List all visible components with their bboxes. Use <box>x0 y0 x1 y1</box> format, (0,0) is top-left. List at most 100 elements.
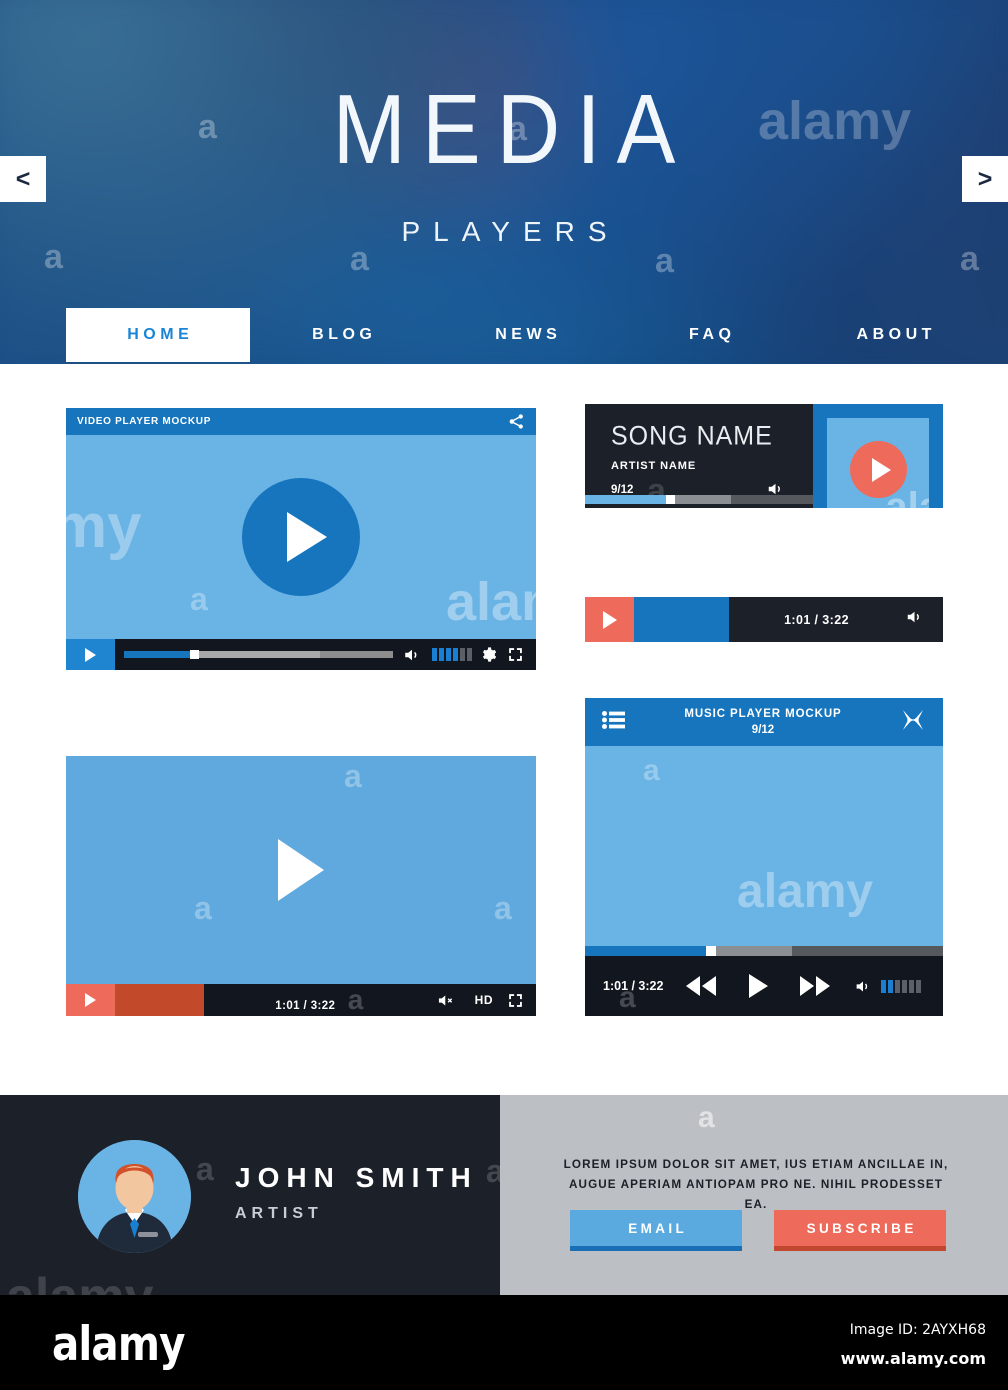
nav-item-news[interactable]: NEWS <box>434 308 618 362</box>
volume-bar <box>916 979 921 993</box>
time-display-wrap: 1:01 / 3:22 a <box>204 984 435 1016</box>
nav-item-about[interactable]: ABOUT <box>802 308 986 362</box>
progress-bar[interactable] <box>115 984 204 1016</box>
slider-prev-button[interactable]: < <box>0 156 46 202</box>
cta-button-group: EMAIL SUBSCRIBE <box>570 1210 946 1251</box>
video-screen[interactable]: my a a alam <box>66 435 536 639</box>
cta-description: LOREM IPSUM DOLOR SIT AMET, IUS ETIAM AN… <box>563 1158 949 1211</box>
music-player-header: MUSIC PLAYER MOCKUP 9/12 <box>585 698 943 746</box>
play-button[interactable] <box>849 441 907 498</box>
music-seek-bar[interactable] <box>585 946 943 956</box>
seek-handle[interactable] <box>666 495 675 504</box>
volume-level-bars[interactable] <box>881 979 921 993</box>
video-player-titlebar: VIDEO PLAYER MOCKUP <box>66 408 536 435</box>
fullscreen-icon <box>509 648 522 661</box>
seek-played <box>585 495 666 504</box>
volume-bar <box>881 979 886 993</box>
stock-meta: Image ID: 2AYXH68 www.alamy.com <box>841 1322 986 1368</box>
page-title: MEDIA <box>332 73 692 185</box>
volume-bar <box>460 648 465 661</box>
play-button[interactable] <box>747 973 769 999</box>
volume-group <box>853 978 929 995</box>
volume-bar <box>467 648 472 661</box>
time-display-wrap: 1:01 / 3:22 a <box>585 977 663 1014</box>
song-seek-bar[interactable] <box>585 495 813 504</box>
alamy-url: www.alamy.com <box>840 1349 986 1368</box>
play-icon <box>287 512 327 562</box>
nav-item-faq[interactable]: FAQ <box>618 308 802 362</box>
volume-bar <box>895 979 900 993</box>
settings-button[interactable] <box>480 646 497 663</box>
fullscreen-button[interactable] <box>507 646 524 663</box>
volume-bar <box>888 979 893 993</box>
time-display: 1:01 / 3:22 <box>275 1000 336 1012</box>
volume-bar <box>909 979 914 993</box>
transport-controls <box>663 973 853 999</box>
main-content: VIDEO PLAYER MOCKUP my a a alam <box>0 364 1008 1095</box>
volume-button[interactable] <box>402 646 422 664</box>
music-player-screen[interactable]: a alamy <box>585 746 943 946</box>
play-icon <box>749 974 769 998</box>
seek-handle[interactable] <box>189 650 199 659</box>
mute-button[interactable] <box>435 992 457 1009</box>
nav-label: HOME <box>127 326 194 343</box>
gear-icon <box>482 647 497 662</box>
email-button[interactable]: EMAIL <box>570 1210 742 1251</box>
profile-role: ARTIST <box>235 1205 323 1222</box>
volume-bar <box>439 648 444 661</box>
hd-button[interactable]: HD <box>475 993 493 1007</box>
video-screen[interactable]: a a a <box>66 756 536 984</box>
play-icon <box>871 457 891 482</box>
seek-remaining <box>792 946 943 956</box>
slider-next-button[interactable]: > <box>962 156 1008 202</box>
image-id: Image ID: 2AYXH68 <box>849 1322 986 1338</box>
fast-forward-icon <box>800 976 831 996</box>
album-art: ala <box>813 404 943 508</box>
seek-buffered <box>716 946 792 956</box>
play-icon <box>85 993 96 1007</box>
footer: a a alamy JOHN SMITH ARTIST a LOREM IPSU… <box>0 1095 1008 1295</box>
fullscreen-button[interactable] <box>507 992 524 1009</box>
watermark-a: a <box>194 890 212 926</box>
user-avatar-icon <box>78 1140 191 1253</box>
volume-level-bars[interactable] <box>432 648 472 661</box>
progress-bar[interactable] <box>634 597 729 642</box>
music-player-header-text: MUSIC PLAYER MOCKUP 9/12 <box>626 708 900 736</box>
play-icon[interactable] <box>278 839 324 901</box>
subscribe-button[interactable]: SUBSCRIBE <box>774 1210 946 1251</box>
play-button[interactable] <box>242 478 360 596</box>
play-button[interactable] <box>66 639 115 670</box>
seek-handle[interactable] <box>706 946 716 956</box>
play-icon <box>85 647 96 662</box>
shuffle-button[interactable] <box>900 708 926 737</box>
playlist-button[interactable] <box>602 710 626 734</box>
watermark-alamy: alamy <box>737 865 874 918</box>
volume-icon <box>907 611 919 623</box>
seek-buffered <box>675 495 731 504</box>
chevron-right-icon: > <box>977 164 993 193</box>
nav-item-home[interactable]: HOME <box>66 308 250 362</box>
audio-player-bar: 1:01 / 3:22 <box>585 597 943 642</box>
watermark-my: my <box>66 492 142 561</box>
shuffle-icon <box>903 709 923 730</box>
chevron-left-icon: < <box>15 164 31 193</box>
nav-item-blog[interactable]: BLOG <box>250 308 434 362</box>
music-player-title: MUSIC PLAYER MOCKUP <box>684 708 842 720</box>
nav-label: BLOG <box>312 326 377 343</box>
watermark-a: a <box>698 1101 715 1134</box>
watermark-a: a <box>347 984 364 1015</box>
play-icon <box>602 610 617 629</box>
seek-bar[interactable] <box>124 650 393 659</box>
play-button[interactable] <box>585 597 634 642</box>
rewind-button[interactable] <box>683 975 719 997</box>
play-button[interactable] <box>66 984 115 1016</box>
playlist-icon <box>602 710 625 729</box>
share-icon[interactable] <box>508 413 525 430</box>
video-controls-bar: 1:01 / 3:22 a HD <box>66 984 536 1016</box>
track-count: 9/12 <box>751 724 775 736</box>
volume-button[interactable] <box>904 608 925 631</box>
album-art-inner: ala <box>827 417 929 508</box>
fast-forward-button[interactable] <box>797 975 833 997</box>
volume-button[interactable] <box>853 978 873 995</box>
volume-bar <box>432 648 437 661</box>
